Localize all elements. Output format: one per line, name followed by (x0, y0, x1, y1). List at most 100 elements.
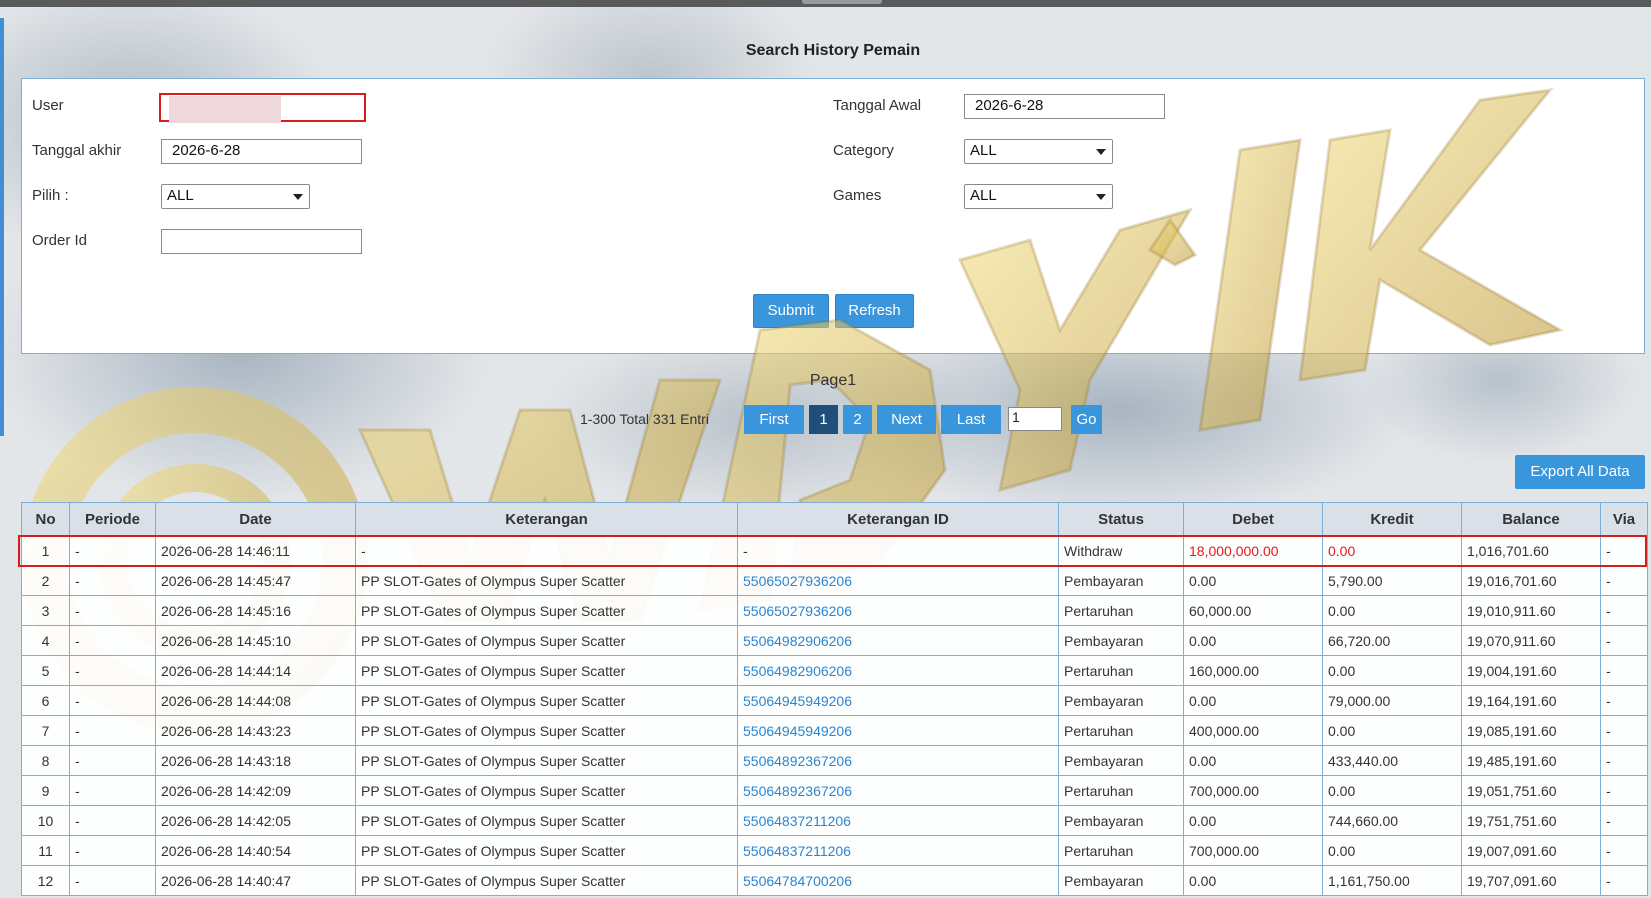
chevron-down-icon (1096, 194, 1106, 200)
col-keterangan-cell: PP SLOT-Gates of Olympus Super Scatter (355, 715, 738, 746)
table-row: 7-2026-06-28 14:43:23 PP SLOT-Gates of Ol… (21, 715, 1648, 746)
col-status-cell: Withdraw (1058, 535, 1184, 566)
order-id-input[interactable] (161, 229, 362, 254)
page-2-button[interactable]: 2 (843, 405, 872, 434)
table-row: 3-2026-06-28 14:45:16 PP SLOT-Gates of Ol… (21, 595, 1648, 626)
col-keterangan-id-cell[interactable]: 55065027936206 (737, 595, 1059, 626)
col-kredit-cell: 0.00 (1322, 775, 1462, 806)
first-page-button[interactable]: First (744, 405, 804, 434)
col-keterangan-id-cell[interactable]: 55064837211206 (737, 835, 1059, 866)
table-row: 2-2026-06-28 14:45:47 PP SLOT-Gates of Ol… (21, 565, 1648, 596)
top-tab-indicator (802, 0, 882, 4)
col-periode-cell: - (69, 745, 156, 776)
col-no-cell: 1 (21, 535, 70, 566)
col-date-cell: 2026-06-28 14:44:14 (155, 655, 356, 686)
last-page-button[interactable]: Last (941, 405, 1001, 434)
submit-button[interactable]: Submit (753, 294, 829, 328)
col-balance-cell: 19,070,911.60 (1461, 625, 1601, 656)
col-status-cell: Pembayaran (1058, 625, 1184, 656)
history-table: No Periode Date Keterangan Keterangan ID Stat… (21, 502, 1648, 896)
col-periode-cell: - (69, 625, 156, 656)
col-date-header: Date (155, 502, 356, 536)
games-select[interactable]: ALL (964, 184, 1113, 209)
page-number-input[interactable]: 1 (1008, 407, 1062, 431)
col-balance-cell: 1,016,701.60 (1461, 535, 1601, 566)
col-status-cell: Pembayaran (1058, 745, 1184, 776)
col-balance-cell: 19,016,701.60 (1461, 565, 1601, 596)
col-no-cell: 5 (21, 655, 70, 686)
user-label: User (32, 97, 64, 114)
col-kredit-cell: 5,790.00 (1322, 565, 1462, 596)
col-balance-cell: 19,485,191.60 (1461, 745, 1601, 776)
col-kredit-cell: 0.00 (1322, 595, 1462, 626)
col-via-cell: - (1600, 715, 1648, 746)
pilih-select[interactable]: ALL (161, 184, 310, 209)
col-via-cell: - (1600, 595, 1648, 626)
col-status-cell: Pertaruhan (1058, 655, 1184, 686)
col-via-cell: - (1600, 775, 1648, 806)
games-label: Games (833, 187, 882, 204)
col-periode-cell: - (69, 535, 156, 566)
col-debet-cell: 700,000.00 (1183, 835, 1323, 866)
category-select[interactable]: ALL (964, 139, 1113, 164)
col-balance-cell: 19,751,751.60 (1461, 805, 1601, 836)
col-via-header: Via (1600, 502, 1648, 536)
col-kredit-cell: 1,161,750.00 (1322, 865, 1462, 896)
col-keterangan-id-cell[interactable]: 55064892367206 (737, 775, 1059, 806)
col-status-cell: Pertaruhan (1058, 715, 1184, 746)
refresh-button[interactable]: Refresh (835, 294, 914, 328)
col-date-cell: 2026-06-28 14:44:08 (155, 685, 356, 716)
col-status-cell: Pembayaran (1058, 865, 1184, 896)
pilih-label: Pilih : (32, 187, 69, 204)
col-kredit-cell: 0.00 (1322, 655, 1462, 686)
col-balance-header: Balance (1461, 502, 1601, 536)
col-periode-cell: - (69, 715, 156, 746)
table-header: No Periode Date Keterangan Keterangan ID Stat… (21, 502, 1648, 536)
col-keterangan-cell: PP SLOT-Gates of Olympus Super Scatter (355, 805, 738, 836)
col-keterangan-cell: PP SLOT-Gates of Olympus Super Scatter (355, 835, 738, 866)
col-keterangan-id-cell[interactable]: 55064837211206 (737, 805, 1059, 836)
col-balance-cell: 19,004,191.60 (1461, 655, 1601, 686)
table-row: 9-2026-06-28 14:42:09 PP SLOT-Gates of Ol… (21, 775, 1648, 806)
page-1-button[interactable]: 1 (809, 405, 838, 434)
col-no-cell: 12 (21, 865, 70, 896)
col-status-cell: Pertaruhan (1058, 595, 1184, 626)
col-keterangan-id-cell[interactable]: 55064784700206 (737, 865, 1059, 896)
col-keterangan-id-cell[interactable]: 55065027936206 (737, 565, 1059, 596)
col-balance-cell: 19,007,091.60 (1461, 835, 1601, 866)
next-page-button[interactable]: Next (877, 405, 936, 434)
col-periode-cell: - (69, 685, 156, 716)
col-status-cell: Pembayaran (1058, 565, 1184, 596)
export-all-data-button[interactable]: Export All Data (1515, 455, 1645, 489)
col-date-cell: 2026-06-28 14:43:23 (155, 715, 356, 746)
col-keterangan-cell: PP SLOT-Gates of Olympus Super Scatter (355, 625, 738, 656)
col-date-cell: 2026-06-28 14:45:10 (155, 625, 356, 656)
col-keterangan-cell: PP SLOT-Gates of Olympus Super Scatter (355, 775, 738, 806)
col-debet-cell: 0.00 (1183, 565, 1323, 596)
col-no-cell: 7 (21, 715, 70, 746)
user-input[interactable] (159, 93, 366, 123)
table-row: 6-2026-06-28 14:44:08 PP SLOT-Gates of Ol… (21, 685, 1648, 716)
page-indicator: Page1 (809, 372, 857, 389)
col-no-header: No (21, 502, 70, 536)
tanggal-akhir-input[interactable]: 2026-6-28 (161, 139, 362, 164)
col-balance-cell: 19,707,091.60 (1461, 865, 1601, 896)
go-button[interactable]: Go (1071, 405, 1102, 434)
table-body: 1-2026-06-28 14:46:11- - Withdraw 18,000,00… (21, 535, 1648, 896)
col-kredit-cell: 0.00 (1322, 715, 1462, 746)
col-debet-header: Debet (1183, 502, 1323, 536)
tanggal-awal-input[interactable]: 2026-6-28 (964, 94, 1165, 119)
col-keterangan-id-cell[interactable]: 55064892367206 (737, 745, 1059, 776)
col-keterangan-id-cell[interactable]: 55064982906206 (737, 655, 1059, 686)
col-no-cell: 9 (21, 775, 70, 806)
col-balance-cell: 19,010,911.60 (1461, 595, 1601, 626)
col-keterangan-id-cell[interactable]: 55064982906206 (737, 625, 1059, 656)
col-keterangan-id-cell[interactable]: 55064945949206 (737, 685, 1059, 716)
col-via-cell: - (1600, 745, 1648, 776)
col-debet-cell: 60,000.00 (1183, 595, 1323, 626)
col-debet-cell: 0.00 (1183, 745, 1323, 776)
col-keterangan-id-cell[interactable]: 55064945949206 (737, 715, 1059, 746)
col-periode-cell: - (69, 595, 156, 626)
table-row: 5-2026-06-28 14:44:14 PP SLOT-Gates of Ol… (21, 655, 1648, 686)
col-keterangan-header: Keterangan (355, 502, 738, 536)
